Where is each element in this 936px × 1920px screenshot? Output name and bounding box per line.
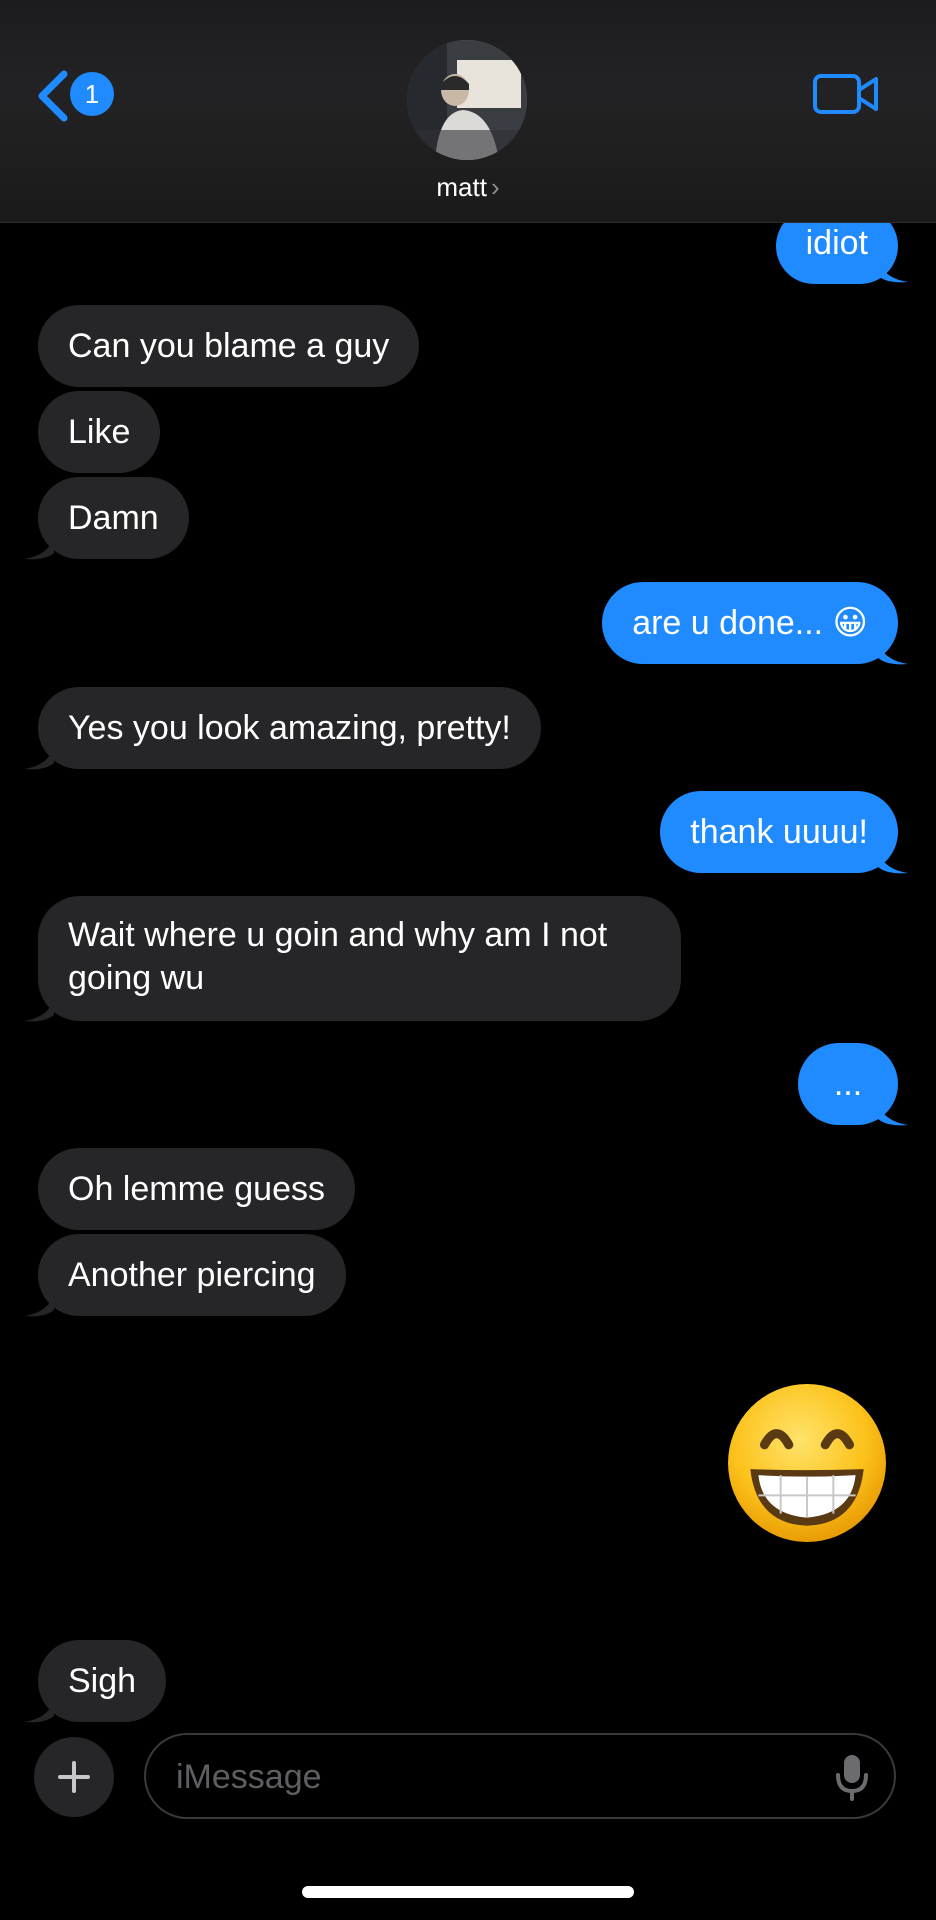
plus-button[interactable] xyxy=(34,1737,114,1817)
message-bubble-incoming[interactable]: Oh lemme guess xyxy=(38,1148,355,1230)
plus-icon xyxy=(58,1761,90,1793)
message-bubble-outgoing[interactable]: are u done... 😀 xyxy=(602,582,898,664)
microphone-icon[interactable] xyxy=(832,1753,872,1801)
message-bubble-incoming[interactable]: Another piercing xyxy=(38,1234,346,1316)
chevron-left-icon xyxy=(38,70,68,122)
bubble-tail xyxy=(878,640,908,665)
message-bubble-incoming[interactable]: Like xyxy=(38,391,161,473)
video-camera-icon[interactable] xyxy=(812,70,880,118)
message-input-field[interactable] xyxy=(144,1733,896,1819)
bubble-tail xyxy=(878,1101,908,1126)
message-bubble-incoming[interactable]: Can you blame a guy xyxy=(38,305,420,387)
back-button[interactable]: 1 xyxy=(34,66,124,126)
message-bubble-outgoing[interactable]: thank uuuu! xyxy=(660,791,898,873)
bubble-tail xyxy=(878,258,908,283)
contact-avatar[interactable] xyxy=(407,40,527,160)
bubble-tail xyxy=(878,849,908,874)
message-thread[interactable]: idiot Can you blame a guy Like Damn are … xyxy=(0,0,936,1723)
bubble-tail xyxy=(24,1698,54,1723)
unread-count-badge: 1 xyxy=(70,72,114,116)
message-input[interactable] xyxy=(174,1735,798,1819)
home-indicator[interactable] xyxy=(302,1886,634,1898)
chevron-right-icon: › xyxy=(490,172,500,202)
message-bubble-incoming[interactable]: Yes you look amazing, pretty! xyxy=(38,687,541,769)
bubble-tail xyxy=(24,997,54,1022)
messages-screen: idiot Can you blame a guy Like Damn are … xyxy=(0,0,936,1920)
bubble-tail xyxy=(24,535,54,560)
bubble-tail xyxy=(24,745,54,770)
grinning-emoji-message[interactable] xyxy=(726,1382,888,1544)
message-bubble-incoming[interactable]: Damn xyxy=(38,477,189,559)
message-bubble-incoming[interactable]: Wait where u goin and why am I not going… xyxy=(38,896,681,1021)
contact-name-label: matt xyxy=(436,172,487,202)
conversation-header: 1 matt › xyxy=(0,0,936,223)
bubble-tail xyxy=(24,1292,54,1317)
message-bubble-incoming[interactable]: Sigh xyxy=(38,1640,167,1722)
contact-name[interactable]: matt › xyxy=(0,172,936,203)
